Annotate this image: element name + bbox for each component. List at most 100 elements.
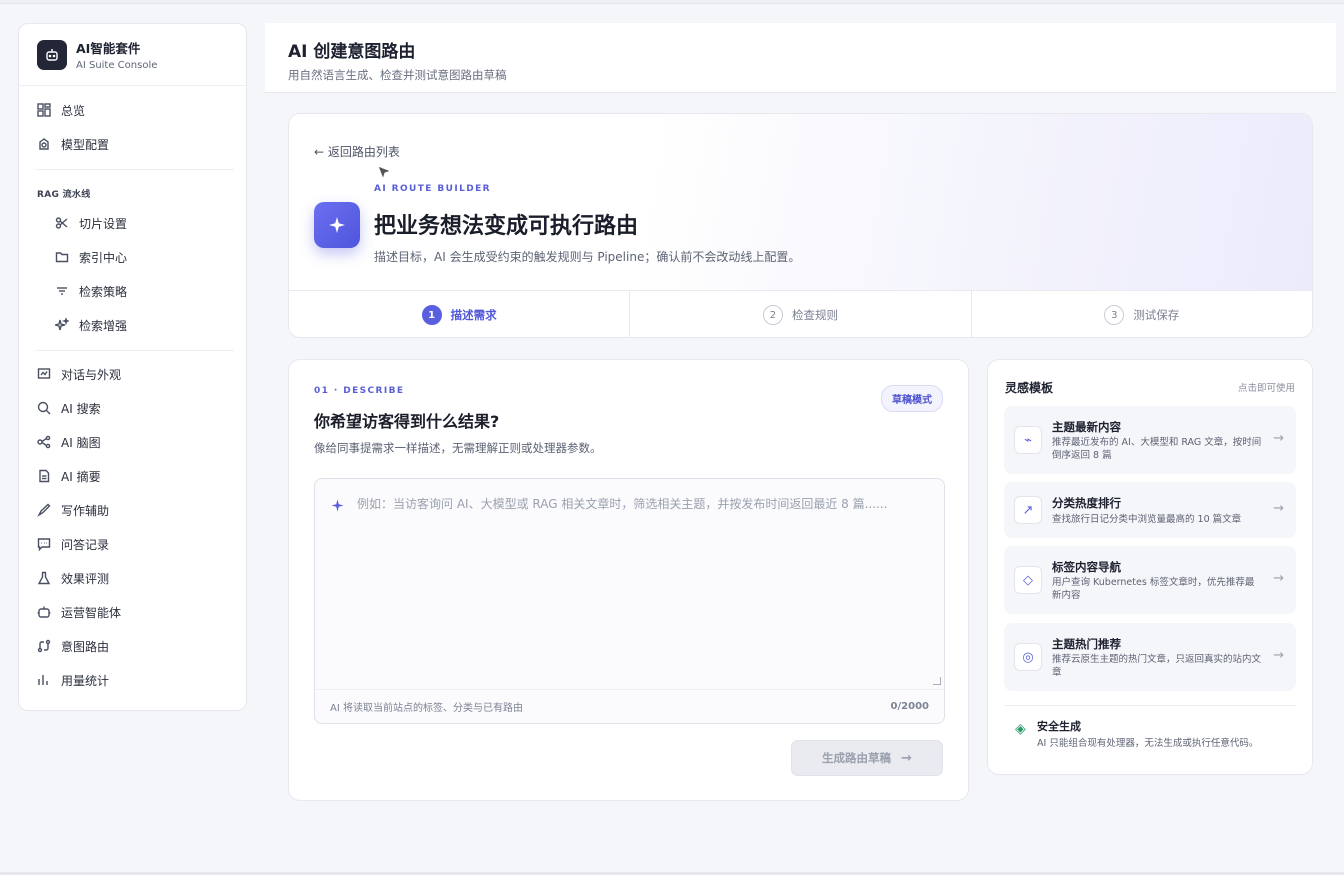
draft-mode-badge: 草稿模式: [881, 385, 943, 412]
dashboard-icon: [37, 103, 51, 117]
generate-draft-button[interactable]: 生成路由草稿 →: [791, 740, 943, 776]
template-name: 分类热度排行: [1052, 496, 1121, 510]
template-name: 标签内容导航: [1052, 560, 1121, 574]
brand-subtitle: AI Suite Console: [76, 60, 158, 71]
sidebar: AI智能套件 AI Suite Console 总览 模型配置 RAG 流水线 …: [18, 23, 247, 711]
model-icon: [39, 138, 49, 150]
mouse-cursor-icon: [377, 165, 393, 181]
mindmap-icon: [37, 435, 51, 449]
route-builder-badge: AI ROUTE BUILDER: [374, 184, 491, 194]
step-number: 1: [421, 305, 442, 325]
filter-icon: [57, 287, 67, 295]
sidebar-item-ai-search[interactable]: AI 搜索: [37, 395, 101, 421]
scissors-icon: [55, 217, 68, 229]
sidebar-item-retrieval-strategy[interactable]: 检索策略: [55, 278, 127, 304]
sidebar-item-label: 效果评测: [61, 571, 110, 586]
template-item[interactable]: ⌁ 主题最新内容 推荐最近发布的 AI、大模型和 RAG 文章，按时间倒序返回 …: [1004, 406, 1296, 474]
flask-icon: [37, 571, 51, 585]
step-label: 测试保存: [1133, 308, 1180, 322]
sidebar-item-evaluation[interactable]: 效果评测: [37, 565, 109, 591]
route-icon: [37, 639, 51, 653]
sidebar-item-label: 对话与外观: [61, 367, 122, 382]
sidebar-item-label: 问答记录: [61, 537, 110, 552]
target-icon: ◎: [1014, 643, 1042, 671]
arrow-right-icon: →: [1273, 501, 1284, 516]
templates-title: 灵感模板: [1005, 381, 1054, 395]
sidebar-item-label: 用量统计: [61, 673, 110, 688]
arrow-right-icon: →: [1273, 431, 1284, 446]
page-subtitle: 用自然语言生成、检查并测试意图路由草稿: [288, 68, 507, 82]
step-describe[interactable]: 1 描述需求: [289, 291, 631, 337]
pen-icon: [37, 503, 51, 517]
rag-group-label: RAG 流水线: [37, 190, 91, 200]
sidebar-item-label: AI 脑图: [61, 435, 101, 450]
sidebar-item-ai-summary[interactable]: AI 摘要: [37, 463, 101, 489]
template-item[interactable]: ◎ 主题热门推荐 推荐云原生主题的热门文章，只返回真实的站内文章 →: [1004, 623, 1296, 691]
requirement-input-box: AI 将读取当前站点的标签、分类与已有路由 0/2000: [314, 478, 945, 724]
hero-title: 把业务想法变成可执行路由: [374, 214, 639, 239]
divider: [35, 350, 234, 351]
section-tag: 01 · DESCRIBE: [314, 386, 405, 396]
sparkle-icon: [314, 202, 360, 248]
sidebar-item-label: 模型配置: [61, 137, 110, 152]
safe-generation-desc: AI 只能组合现有处理器，无法生成或执行任意代码。: [1037, 738, 1259, 749]
trend-icon: ⌁: [1014, 426, 1042, 454]
sparkles-icon: [55, 318, 69, 331]
describe-title: 你希望访客得到什么结果?: [314, 412, 500, 431]
arrow-right-icon: →: [1273, 571, 1284, 586]
sidebar-item-ops-agent[interactable]: 运营智能体: [37, 599, 121, 625]
safe-generation-title: 安全生成: [1037, 720, 1081, 733]
step-label: 描述需求: [450, 308, 497, 322]
brand[interactable]: AI智能套件 AI Suite Console: [19, 24, 246, 86]
document-icon: [39, 469, 50, 483]
char-count: 0/2000: [890, 701, 929, 712]
sidebar-item-ai-mindmap[interactable]: AI 脑图: [37, 429, 101, 455]
sparkle-icon: [331, 499, 344, 512]
resize-handle[interactable]: [933, 677, 941, 685]
generate-draft-label: 生成路由草稿: [822, 751, 892, 765]
sidebar-item-usage-stats[interactable]: 用量统计: [37, 667, 109, 693]
sidebar-item-model-config[interactable]: 模型配置: [37, 131, 109, 157]
sidebar-item-label: AI 摘要: [61, 469, 101, 484]
sidebar-item-writing-assist[interactable]: 写作辅助: [37, 497, 109, 523]
sidebar-item-label: 意图路由: [61, 639, 110, 654]
sidebar-item-label: 总览: [61, 103, 86, 118]
shield-diamond-icon: ◈: [1015, 721, 1026, 737]
template-desc: 推荐最近发布的 AI、大模型和 RAG 文章，按时间倒序返回 8 篇: [1052, 437, 1262, 461]
requirement-input[interactable]: [357, 495, 927, 665]
folder-icon: [55, 252, 69, 263]
input-footer-note: AI 将读取当前站点的标签、分类与已有路由: [330, 703, 523, 714]
sidebar-item-label: 检索策略: [79, 284, 128, 299]
back-to-routes-link[interactable]: ← 返回路由列表: [314, 143, 400, 160]
template-item[interactable]: ↗ 分类热度排行 查找旅行日记分类中浏览量最高的 10 篇文章 →: [1004, 482, 1296, 538]
divider: [35, 169, 234, 170]
template-name: 主题热门推荐: [1052, 637, 1121, 651]
sidebar-item-label: 切片设置: [79, 216, 128, 231]
sidebar-item-index-center[interactable]: 索引中心: [55, 244, 127, 270]
robot-logo-icon: [37, 39, 67, 70]
sidebar-item-label: 索引中心: [79, 250, 128, 265]
template-item[interactable]: ◇ 标签内容导航 用户查询 Kubernetes 标签文章时，优先推荐最新内容 …: [1004, 546, 1296, 614]
arrow-up-right-icon: ↗: [1014, 496, 1042, 524]
templates-hint: 点击即可使用: [1237, 383, 1295, 394]
message-icon: [37, 538, 51, 551]
step-label: 检查规则: [791, 308, 838, 322]
bar-chart-icon: [38, 675, 48, 685]
describe-subtitle: 像给同事提需求一样描述，无需理解正则或处理器参数。: [314, 441, 602, 455]
sidebar-item-qa-records[interactable]: 问答记录: [37, 531, 109, 557]
templates-card: 灵感模板 点击即可使用 ⌁ 主题最新内容 推荐最近发布的 AI、大模型和 RAG…: [987, 359, 1313, 775]
sidebar-item-chat-appearance[interactable]: 对话与外观: [37, 361, 121, 387]
step-number: 2: [762, 305, 783, 325]
template-desc: 用户查询 Kubernetes 标签文章时，优先推荐最新内容: [1052, 577, 1255, 601]
sidebar-item-intent-route[interactable]: 意图路由: [37, 633, 109, 659]
sidebar-item-overview[interactable]: 总览: [37, 97, 85, 123]
sidebar-item-label: 检索增强: [79, 318, 128, 333]
arrow-right-icon: →: [1273, 648, 1284, 663]
step-test-save[interactable]: 3 测试保存: [972, 291, 1312, 337]
sidebar-item-retrieval-enhance[interactable]: 检索增强: [55, 312, 127, 338]
sidebar-item-label: 写作辅助: [61, 503, 110, 518]
arrow-right-icon: →: [901, 750, 912, 766]
sidebar-item-chunking[interactable]: 切片设置: [55, 210, 127, 236]
page-title: AI 创建意图路由: [288, 42, 416, 62]
step-check-rules[interactable]: 2 检查规则: [630, 291, 972, 337]
